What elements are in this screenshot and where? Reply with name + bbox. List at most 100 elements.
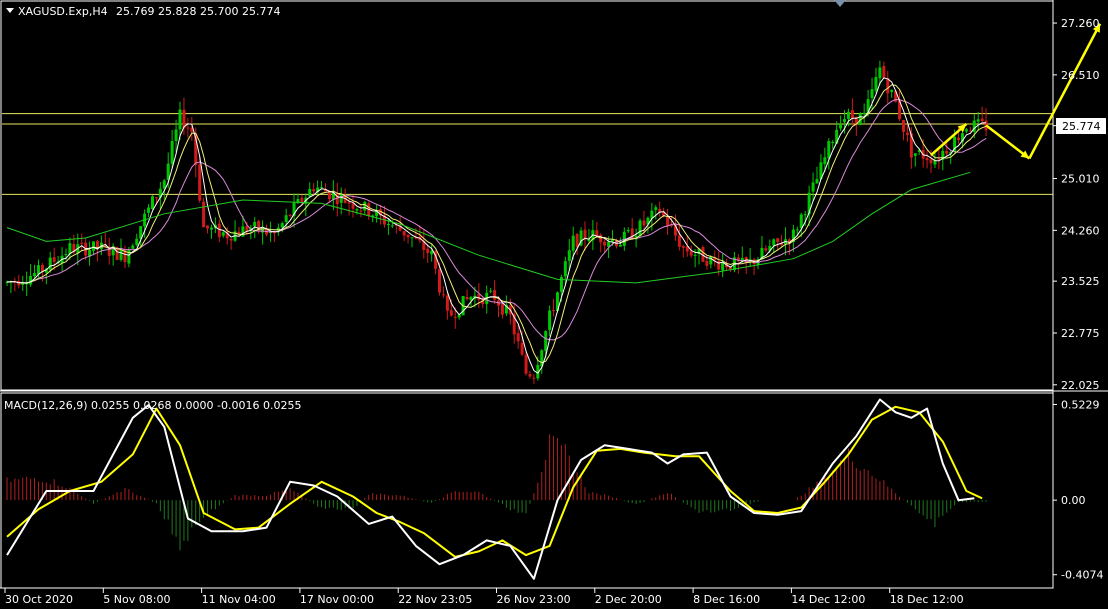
candle-body — [308, 189, 312, 197]
candle-body — [449, 310, 453, 316]
candle-body — [221, 232, 225, 236]
candle-body — [618, 244, 622, 247]
candle-body — [339, 194, 343, 203]
candle-body — [182, 109, 186, 129]
time-tick-label: 17 Nov 00:00 — [300, 593, 374, 606]
candle-body — [441, 294, 445, 296]
candle-body — [406, 234, 410, 238]
macd-tick-label: -0.4074 — [1061, 569, 1103, 582]
candle-body — [532, 377, 536, 379]
candle-body — [48, 257, 52, 270]
candle-body — [827, 141, 831, 159]
candle-body — [957, 137, 961, 141]
candle-body — [351, 203, 355, 209]
candle-body — [162, 180, 166, 189]
candle-body — [925, 158, 929, 161]
macd-tick-label: 0.5229 — [1061, 398, 1100, 411]
candle-body — [272, 232, 276, 234]
candle-body — [520, 342, 524, 355]
candle-body — [390, 225, 394, 227]
price-tick-label: 26.510 — [1061, 69, 1100, 82]
candle-body — [548, 310, 552, 330]
candle-body — [135, 238, 139, 246]
candle-body — [253, 221, 257, 227]
candle-body — [862, 112, 866, 115]
price-tick-label: 23.525 — [1061, 275, 1100, 288]
candle-body — [905, 132, 909, 135]
candle-body — [677, 235, 681, 247]
candle-body — [776, 238, 780, 243]
candle-body — [64, 254, 68, 256]
candle-body — [92, 241, 96, 251]
candle-body — [280, 223, 284, 228]
candle-body — [17, 281, 21, 286]
candle-body — [764, 248, 768, 251]
candle-body — [603, 241, 607, 246]
time-tick-label: 14 Dec 12:00 — [791, 593, 865, 606]
candle-body — [202, 201, 206, 228]
candle-body — [705, 260, 709, 266]
candle-body — [489, 290, 493, 292]
current-price-label: 25.774 — [1062, 120, 1101, 133]
price-tick-label: 22.025 — [1061, 379, 1100, 392]
time-tick-label: 8 Dec 16:00 — [693, 593, 760, 606]
candle-body — [347, 202, 351, 204]
candle-body — [170, 141, 174, 164]
candle-body — [186, 127, 190, 129]
candle-body — [229, 238, 233, 241]
candle-body — [799, 214, 803, 229]
ohlc-readout: 25.769 25.828 25.700 25.774 — [116, 5, 280, 18]
candle-body — [402, 230, 406, 236]
candle-body — [493, 290, 497, 300]
price-tick-label: 24.260 — [1061, 224, 1100, 237]
candle-body — [410, 237, 414, 239]
candle-body — [552, 310, 556, 312]
candle-body — [964, 129, 968, 132]
candle-body — [929, 159, 933, 164]
candle-body — [843, 119, 847, 123]
candle-body — [52, 257, 56, 262]
candle-body — [980, 118, 984, 122]
symbol-info: XAGUSD.Exp,H4 — [18, 5, 108, 18]
candle-body — [846, 111, 850, 119]
candle-body — [886, 78, 890, 94]
candle-body — [874, 77, 878, 91]
candle-body — [626, 229, 630, 232]
candle-body — [288, 214, 292, 216]
time-tick-label: 30 Oct 2020 — [5, 593, 73, 606]
candle-body — [803, 214, 807, 216]
candle-body — [976, 119, 980, 122]
candle-body — [638, 220, 642, 236]
candle-body — [469, 297, 473, 301]
candle-body — [453, 316, 457, 318]
candle-body — [80, 242, 84, 244]
candle-body — [217, 223, 221, 238]
price-tick-label: 25.010 — [1061, 173, 1100, 186]
candle-body — [312, 189, 316, 192]
candle-body — [438, 269, 442, 293]
candle-body — [721, 262, 725, 271]
time-tick-label: 2 Dec 20:00 — [595, 593, 662, 606]
candle-body — [654, 207, 658, 211]
candle-body — [795, 229, 799, 231]
candle-body — [567, 250, 571, 261]
candle-body — [528, 374, 532, 377]
candle-body — [386, 224, 390, 226]
candle-body — [630, 228, 634, 240]
candle-body — [174, 129, 178, 142]
candle-body — [33, 273, 37, 277]
time-tick-label: 5 Nov 08:00 — [103, 593, 170, 606]
chart-canvas: 27.26026.51025.77525.01024.26023.52522.7… — [0, 0, 1108, 609]
candle-body — [811, 182, 815, 192]
candle-body — [815, 179, 819, 184]
time-tick-label: 11 Nov 04:00 — [202, 593, 276, 606]
candle-body — [571, 235, 575, 251]
candle-body — [209, 227, 213, 230]
candle-body — [850, 110, 854, 119]
candle-body — [36, 265, 40, 275]
candle-body — [870, 89, 874, 99]
candle-body — [642, 220, 646, 226]
candle-body — [599, 234, 603, 243]
candle-body — [154, 197, 158, 199]
candle-body — [544, 331, 548, 351]
